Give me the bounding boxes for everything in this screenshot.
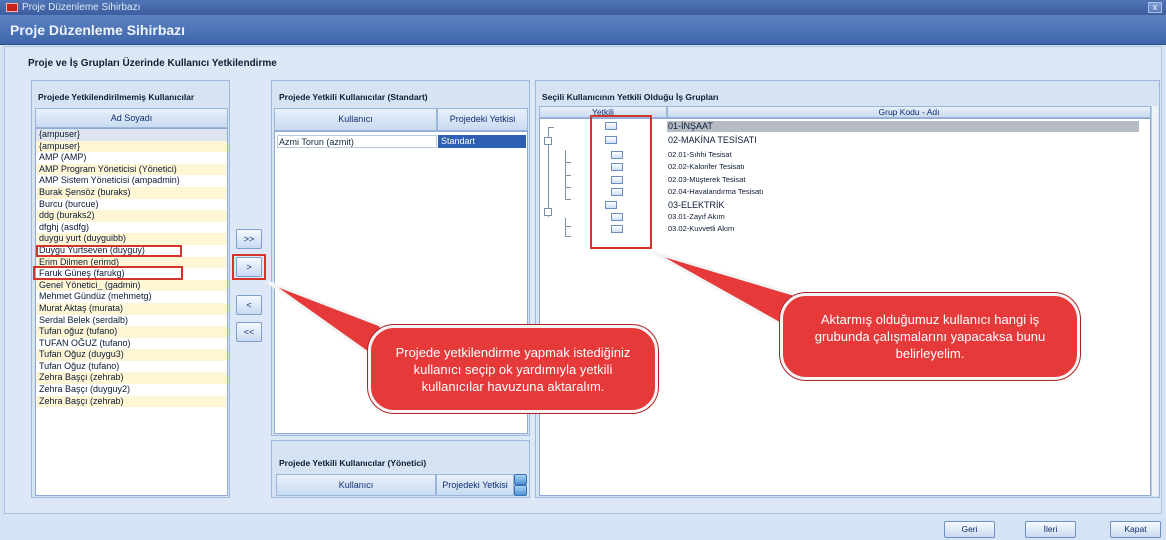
window-close-button[interactable]: x	[1148, 2, 1162, 13]
user-list-item[interactable]: duygu yurt (duyguibb)	[36, 233, 227, 245]
group-label: 03-ELEKTRİK	[668, 200, 725, 210]
group-label: 03.02-Kuvvetli Akım	[668, 224, 735, 233]
standard-user-right[interactable]: Standart	[438, 135, 526, 148]
work-groups-scrollbar[interactable]	[1151, 106, 1158, 496]
standard-users-title: Projede Yetkili Kullanıcılar (Standart)	[279, 92, 428, 102]
group-label: 02.03-Müşterek Tesisat	[668, 175, 746, 184]
back-button[interactable]: Geri	[944, 521, 995, 538]
column-header-projedeki-yetkisi[interactable]: Projedeki Yetkisi	[437, 108, 528, 131]
user-list-item[interactable]: Tufan Oğuz (duygu3)	[36, 349, 227, 361]
callout-select-user: Projede yetkilendirme yapmak istediğiniz…	[368, 325, 658, 413]
tree-expand-icon[interactable]	[544, 208, 552, 216]
highlight-duygu-yurtseven	[33, 266, 183, 280]
manager-scroll-down-icon[interactable]	[514, 485, 527, 496]
manager-column-kullanici[interactable]: Kullanıcı	[276, 474, 436, 496]
user-list-item[interactable]: Duygu Yurtseven (duyguy)	[36, 244, 182, 257]
user-list-item[interactable]: Burcu (burcue)	[36, 199, 227, 211]
user-list-item[interactable]: AMP Sistem Yöneticisi (ampadmin)	[36, 175, 227, 187]
page-heading: Proje ve İş Grupları Üzerinde Kullanıcı …	[28, 58, 277, 69]
close-button[interactable]: Kapat	[1110, 521, 1161, 538]
group-label: 02.01-Sıhhi Tesisat	[668, 150, 732, 159]
column-header-kullanici[interactable]: Kullanıcı	[274, 108, 437, 131]
user-list-item[interactable]: {ampuser}	[36, 129, 227, 141]
unauthorized-users-list[interactable]: {ampuser} {ampuser} AMP (AMP) AMP Program Y…	[35, 128, 228, 496]
manager-scroll-up-icon[interactable]	[514, 474, 527, 485]
unauthorized-users-title: Projede Yetkilendirilmemiş Kullanıcılar	[38, 92, 195, 102]
user-list-item[interactable]: Mehmet Gündüz (mehmetg)	[36, 291, 227, 303]
remove-button[interactable]: <	[236, 295, 262, 315]
highlight-add-button	[232, 254, 266, 280]
manager-column-projedeki-yetkisi[interactable]: Projedeki Yetkisi	[436, 474, 514, 496]
next-button[interactable]: İleri	[1025, 521, 1076, 538]
user-list-item[interactable]: TUFAN OĞUZ (tufano)	[36, 338, 227, 350]
standard-user-name: Azmi Torun (azmit)	[277, 135, 437, 148]
user-list-item[interactable]: AMP Program Yöneticisi (Yönetici)	[36, 163, 227, 176]
user-list-item[interactable]: dfghj (asdfg)	[36, 222, 227, 234]
group-label: 02-MAKİNA TESİSATI	[668, 135, 757, 145]
group-label: 03.01-Zayıf Akım	[668, 212, 725, 221]
user-list-item[interactable]: Zehra Başçı (zehrab)	[36, 395, 227, 408]
column-header-grup-kodu-adi[interactable]: Grup Kodu - Adı	[667, 106, 1151, 118]
user-list-item[interactable]: AMP (AMP)	[36, 152, 227, 164]
app-icon	[6, 3, 18, 12]
standard-user-row[interactable]: Azmi Torun (azmit) Standart	[275, 135, 527, 148]
user-list-item[interactable]: Genel Yönetici_ (gadmin)	[36, 279, 227, 292]
group-label: 02.02-Kalorifer Tesisatı	[668, 162, 745, 171]
window-title: Proje Düzenleme Sihirbazı	[22, 2, 141, 13]
selected-group-row-highlight	[667, 121, 1139, 132]
manager-users-title: Projede Yetkili Kullanıcılar (Yönetici)	[279, 458, 427, 468]
remove-all-button[interactable]: <<	[236, 322, 262, 342]
column-header-ad-soyadi[interactable]: Ad Soyadı	[35, 108, 228, 128]
highlight-yetkili-column	[590, 115, 652, 249]
wizard-banner: Proje Düzenleme Sihirbazı	[0, 15, 1166, 45]
callout-choose-work-group: Aktarmış olduğumuz kullanıcı hangi iş gr…	[780, 293, 1080, 380]
work-groups-title: Seçili Kullanıcının Yetkili Olduğu İş Gr…	[542, 92, 719, 102]
user-list-item[interactable]: ddg (buraks2)	[36, 210, 227, 222]
user-list-item[interactable]: Burak Şensöz (buraks)	[36, 186, 227, 199]
window-titlebar: Proje Düzenleme Sihirbazı x	[0, 0, 1166, 15]
add-all-button[interactable]: >>	[236, 229, 262, 249]
group-label: 01-İNŞAAT	[668, 121, 713, 131]
user-list-item[interactable]: Zehra Başçı (duyguy2)	[36, 384, 227, 396]
user-list-item[interactable]: Zehra Başçı (zehrab)	[36, 372, 227, 385]
group-label: 02.04-Havalandırma Tesisatı	[668, 187, 764, 196]
user-list-item[interactable]: Tufan oğuz (tufano)	[36, 326, 227, 338]
user-list-item[interactable]: {ampuser}	[36, 140, 227, 153]
user-list-item[interactable]: Serdal Belek (serdalb)	[36, 315, 227, 327]
user-list-item[interactable]: Tufan Oğuz (tufano)	[36, 361, 227, 373]
tree-expand-icon[interactable]	[544, 137, 552, 145]
user-list-item[interactable]: Murat Aktaş (murata)	[36, 302, 227, 315]
